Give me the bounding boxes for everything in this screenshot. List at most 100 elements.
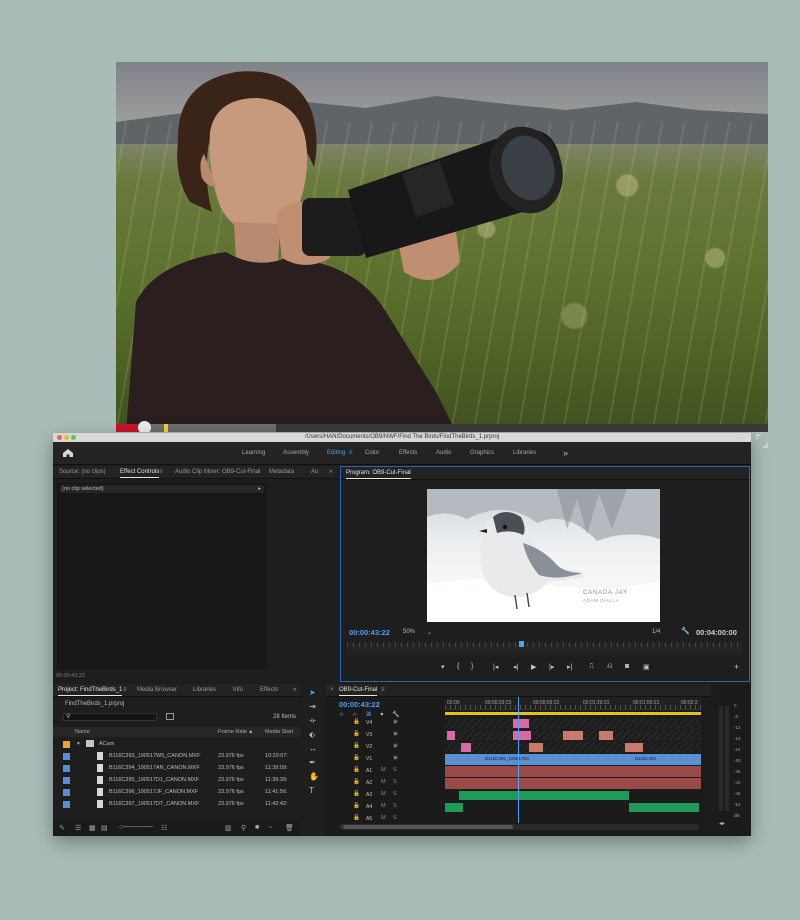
- track-header-v2[interactable]: 🔓 V2 ◉: [325, 742, 445, 753]
- new-bin-bottom-icon[interactable]: ■: [255, 824, 259, 831]
- automate-icon[interactable]: ▥: [225, 824, 232, 832]
- sequence-menu-icon[interactable]: ≡: [381, 687, 385, 693]
- razor-tool-icon[interactable]: ⬖: [309, 730, 315, 739]
- more-project-tabs-icon[interactable]: »: [293, 687, 296, 693]
- track-header-v4[interactable]: 🔓 V4 ◉: [325, 718, 445, 729]
- compare-view-icon[interactable]: ▣: [643, 663, 650, 671]
- workspace-graphics[interactable]: Graphics: [470, 450, 494, 456]
- lane-v4[interactable]: [445, 718, 701, 729]
- solo-icon[interactable]: S: [393, 791, 397, 797]
- type-tool-icon[interactable]: T: [309, 786, 314, 795]
- meter-solo-icon[interactable]: ◂▸: [719, 820, 725, 827]
- clip[interactable]: [513, 731, 531, 740]
- project-search-input[interactable]: ⚲: [63, 713, 157, 721]
- lock-icon[interactable]: 🔓: [353, 767, 360, 773]
- lane-a3[interactable]: [445, 790, 701, 801]
- tab-audio-track-mixer[interactable]: Au: [311, 469, 318, 475]
- clip[interactable]: [461, 743, 471, 752]
- trash-icon[interactable]: 🗑: [285, 824, 294, 832]
- clip[interactable]: [629, 803, 699, 812]
- close-sequence-icon[interactable]: ×: [330, 687, 334, 693]
- button-editor-icon[interactable]: +: [734, 662, 739, 672]
- lock-icon[interactable]: 🔓: [353, 755, 360, 761]
- mark-out-icon[interactable]: }: [471, 663, 473, 670]
- clip[interactable]: [529, 743, 543, 752]
- work-area-bar[interactable]: [445, 712, 701, 715]
- track-header-a4[interactable]: 🔓 A4 M S: [325, 802, 445, 813]
- timeline-timecode[interactable]: 00:00:43:22: [339, 700, 380, 709]
- more-tabs-icon[interactable]: »: [329, 469, 332, 475]
- track-header-a2[interactable]: 🔓 A2 M S: [325, 778, 445, 789]
- lock-icon[interactable]: 🔓: [353, 743, 360, 749]
- mute-icon[interactable]: M: [381, 815, 386, 821]
- tab-effect-controls[interactable]: Effect Controls: [120, 469, 160, 478]
- lock-icon[interactable]: 🔓: [353, 731, 360, 737]
- hand-tool-icon[interactable]: ✋: [309, 772, 319, 781]
- video-scrubber[interactable]: [116, 421, 768, 432]
- lock-icon[interactable]: 🔓: [353, 815, 360, 821]
- ripple-edit-tool-icon[interactable]: ⟛: [309, 716, 316, 726]
- zoom-select[interactable]: 50%: [403, 629, 415, 635]
- more-workspaces-icon[interactable]: »: [563, 448, 568, 458]
- program-time-ruler[interactable]: [347, 641, 743, 655]
- clip[interactable]: [563, 731, 583, 740]
- new-item-icon[interactable]: ▫: [269, 824, 271, 831]
- go-to-out-icon[interactable]: ▸|: [567, 663, 572, 671]
- track-header-v3[interactable]: 🔓 V3 ◉: [325, 730, 445, 741]
- track-header-a1[interactable]: 🔓 A1 M S: [325, 766, 445, 777]
- tab-libraries[interactable]: Libraries: [193, 687, 216, 693]
- workspace-learning[interactable]: Learning: [242, 450, 265, 456]
- clip[interactable]: [447, 731, 455, 740]
- freeform-view-icon[interactable]: ▤: [101, 824, 108, 832]
- folder-disclosure-icon[interactable]: ▾: [77, 741, 80, 747]
- clip[interactable]: [445, 803, 463, 812]
- mark-in-icon[interactable]: {: [457, 663, 459, 670]
- tab-info[interactable]: Info: [233, 687, 243, 693]
- selection-tool-icon[interactable]: ➤: [309, 688, 316, 697]
- program-playhead[interactable]: [519, 641, 524, 647]
- pencil-icon[interactable]: ✎: [59, 824, 65, 832]
- lock-icon[interactable]: 🔓: [353, 719, 360, 725]
- pen-tool-icon[interactable]: ✒: [309, 758, 316, 767]
- timeline-ruler[interactable]: 00:00 00:00:29:23 00:00:59:22 00:01:29:2…: [445, 697, 701, 710]
- zoom-dropdown-icon[interactable]: ⌄: [427, 629, 432, 636]
- mute-icon[interactable]: M: [381, 791, 386, 797]
- sort-arrow-icon[interactable]: ▲: [248, 729, 253, 735]
- clip[interactable]: [625, 743, 643, 752]
- lane-a4[interactable]: [445, 802, 701, 813]
- lane-a2[interactable]: [445, 778, 701, 789]
- project-menu-icon[interactable]: ≡: [123, 687, 127, 693]
- scrubber-knob[interactable]: [138, 421, 151, 432]
- clip-row[interactable]: B116C395_190517D1_CANON.MXF 23.976 fps 1…: [53, 775, 301, 786]
- sort-icons-icon[interactable]: ☷: [161, 824, 167, 832]
- program-menu-icon[interactable]: ≡: [407, 470, 411, 476]
- clip[interactable]: [459, 791, 629, 800]
- zoom-slider[interactable]: ○──────: [119, 824, 153, 831]
- clip-row[interactable]: B116C396_190517JF_CANON.MXF 23.976 fps 1…: [53, 787, 301, 798]
- find-icon[interactable]: ⚲: [241, 824, 246, 832]
- lift-icon[interactable]: ⎍: [589, 663, 594, 671]
- sequence-tab[interactable]: OB9-Cut-Final: [339, 687, 378, 696]
- wrench-icon[interactable]: 🔧: [681, 627, 690, 635]
- toggle-output-icon[interactable]: ◉: [393, 731, 398, 737]
- lock-icon[interactable]: 🔓: [353, 779, 360, 785]
- column-media-start[interactable]: Media Start: [265, 729, 293, 735]
- export-frame-icon[interactable]: ◙: [625, 663, 629, 670]
- column-frame-rate[interactable]: Frame Rate: [218, 729, 247, 735]
- toggle-output-icon[interactable]: ◉: [393, 755, 398, 761]
- tab-metadata[interactable]: Metadata: [269, 469, 294, 475]
- tab-source[interactable]: Source: (no clips): [59, 469, 106, 475]
- add-marker-icon[interactable]: ▾: [441, 663, 445, 671]
- lane-v1[interactable]: B116C395_190517D1 B116C403: [445, 754, 701, 765]
- home-icon[interactable]: [62, 448, 74, 458]
- tab-media-browser[interactable]: Media Browser: [137, 687, 177, 693]
- folder-row[interactable]: ▾ ACam: [53, 739, 301, 750]
- workspace-menu-icon[interactable]: ≡: [349, 450, 353, 456]
- tab-effects[interactable]: Effects: [260, 687, 278, 693]
- clip-row[interactable]: B116C397_190517DT_CANON.MXF 23.976 fps 1…: [53, 799, 301, 810]
- solo-icon[interactable]: S: [393, 767, 397, 773]
- lane-v2[interactable]: [445, 742, 701, 753]
- solo-icon[interactable]: S: [393, 779, 397, 785]
- track-header-v1[interactable]: 🔓 V1 ◉: [325, 754, 445, 765]
- mute-icon[interactable]: M: [381, 767, 386, 773]
